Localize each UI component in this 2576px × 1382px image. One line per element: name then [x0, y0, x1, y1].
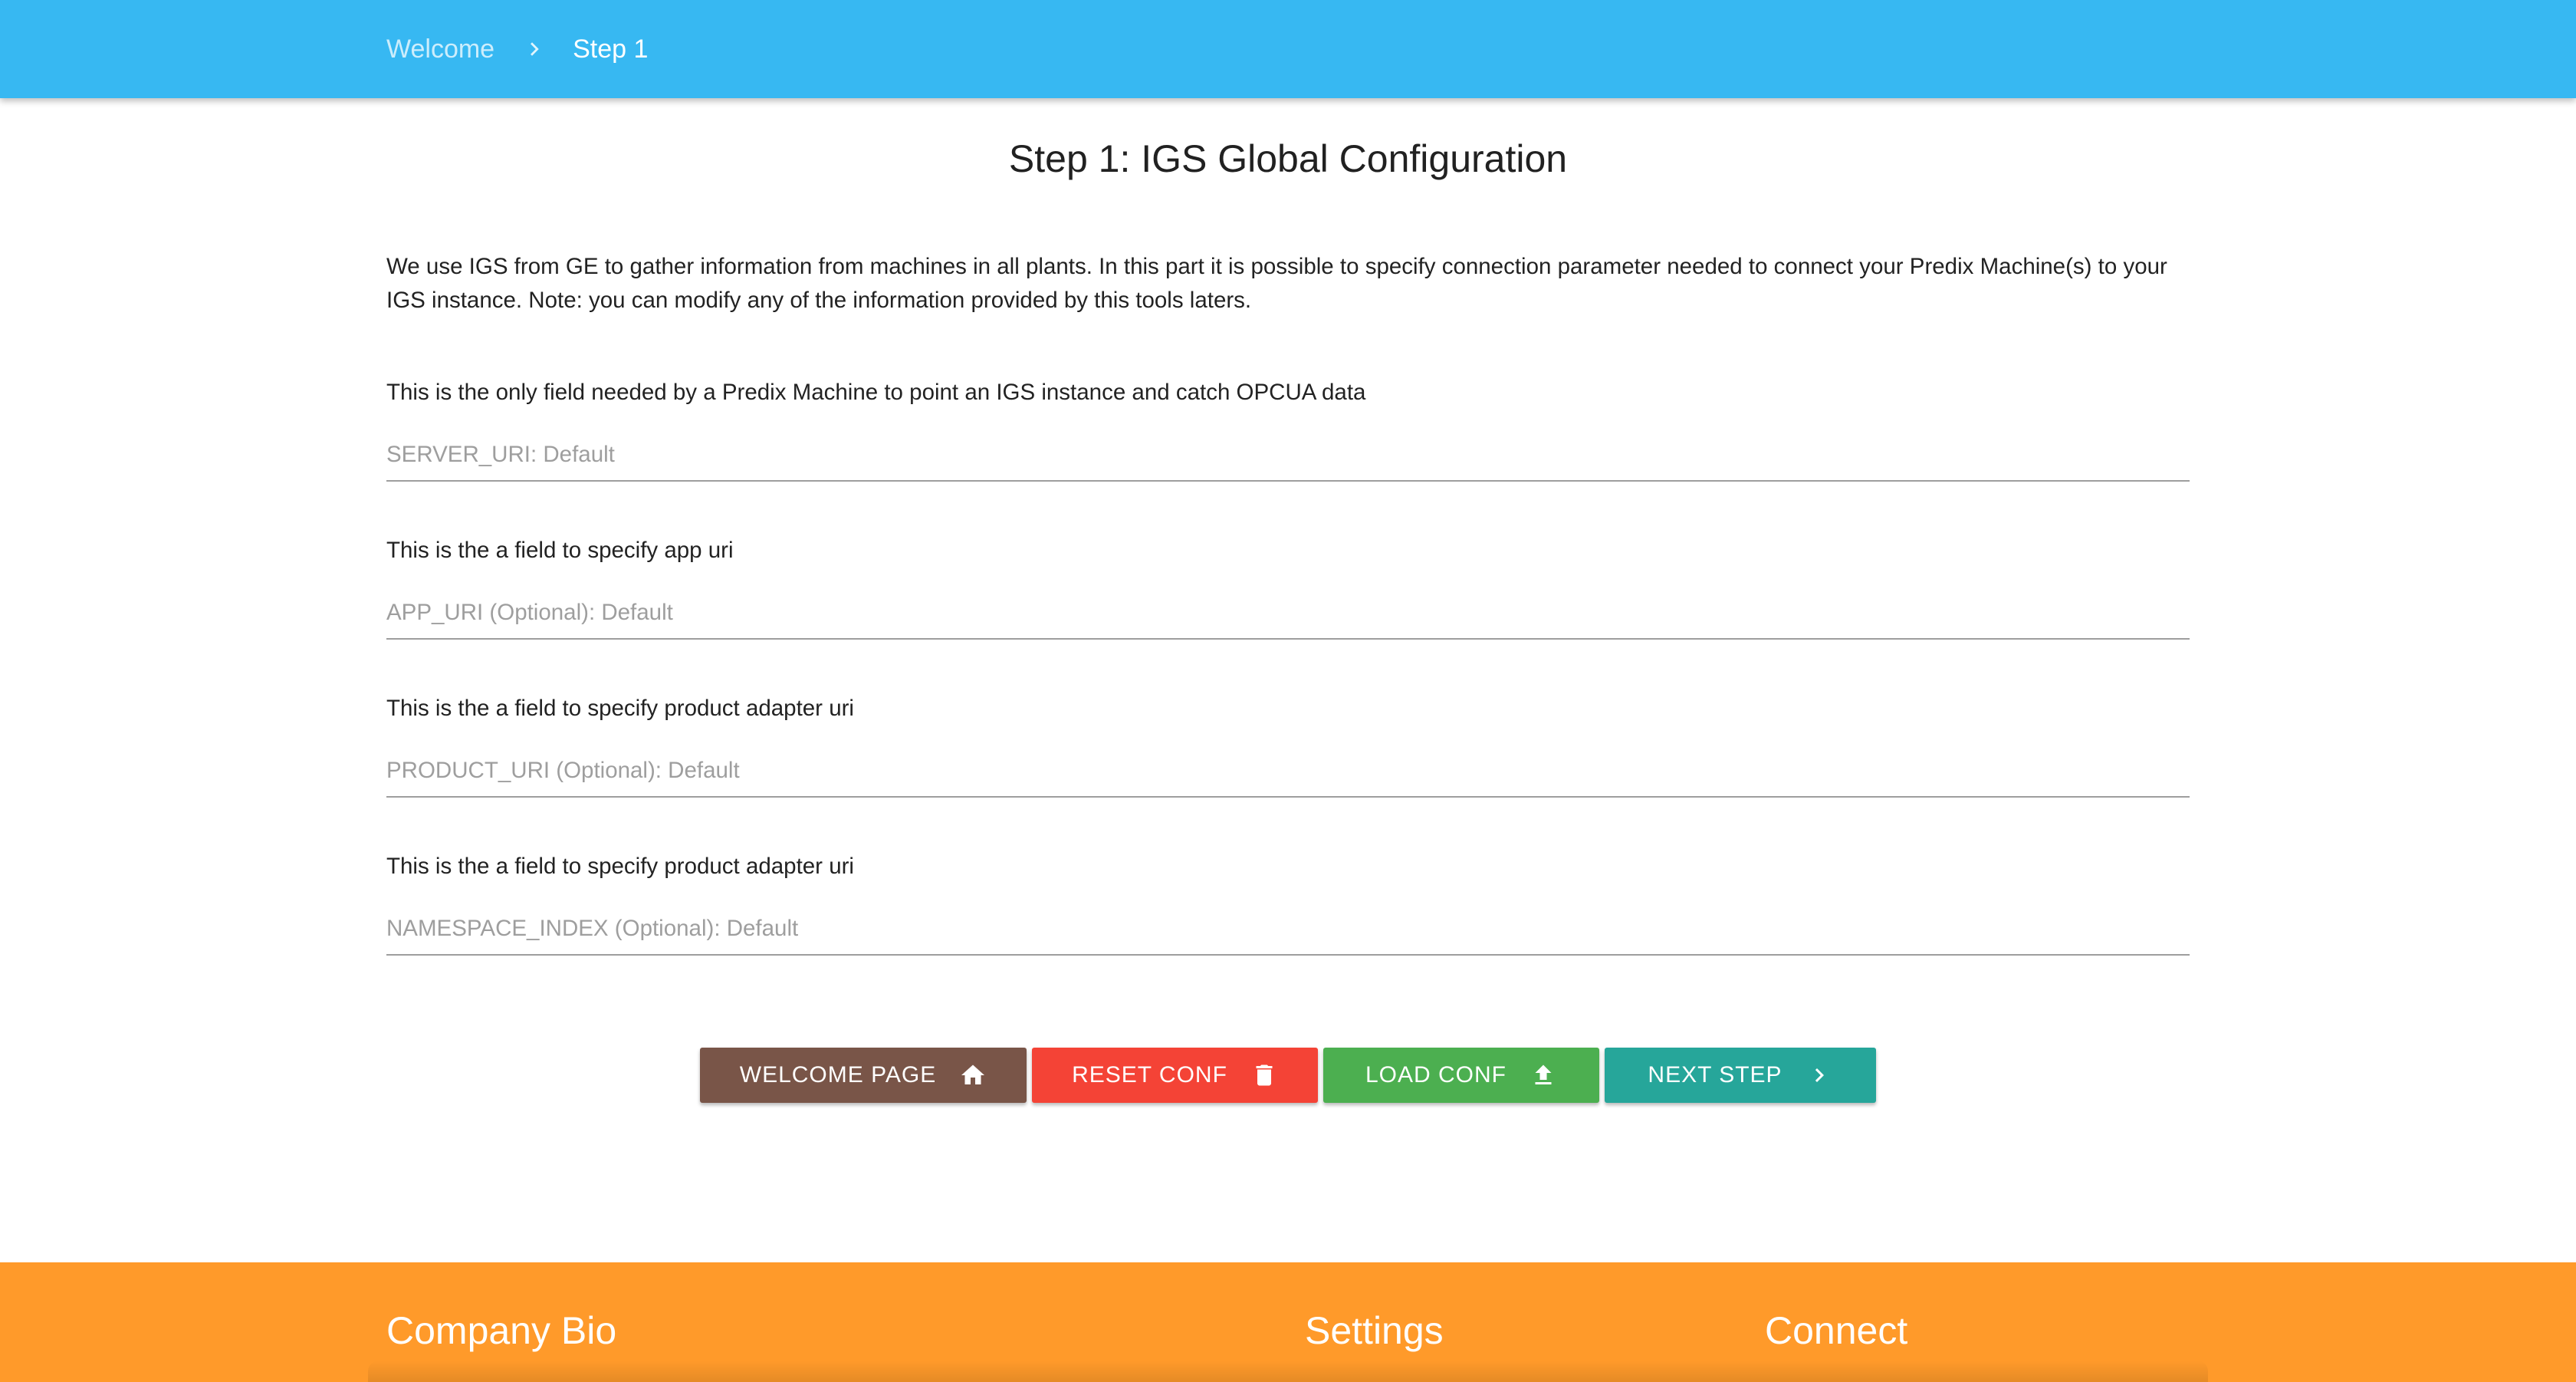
next-step-button[interactable]: NEXT STEP — [1605, 1048, 1876, 1103]
app-uri-field-group: This is the a field to specify app uri — [386, 535, 2190, 640]
product-uri-description: This is the a field to specify product a… — [386, 696, 854, 721]
footer-settings-heading: Settings — [1305, 1309, 1444, 1352]
namespace-index-input[interactable] — [386, 903, 2190, 956]
breadcrumb-welcome-link[interactable]: Welcome — [386, 35, 495, 64]
server-uri-description: This is the only field needed by a Predi… — [386, 380, 1366, 405]
product-uri-input[interactable] — [386, 745, 2190, 798]
app-uri-description: This is the a field to specify app uri — [386, 538, 734, 563]
load-conf-button-label: LOAD CONF — [1365, 1062, 1507, 1088]
next-step-button-label: NEXT STEP — [1648, 1062, 1783, 1088]
server-uri-field-group: This is the only field needed by a Predi… — [386, 377, 2190, 482]
server-uri-input[interactable] — [386, 429, 2190, 482]
load-conf-button[interactable]: LOAD CONF — [1323, 1048, 1599, 1103]
chevron-right-icon — [1806, 1061, 1833, 1089]
footer-company-bio-heading: Company Bio — [386, 1309, 617, 1352]
trash-icon — [1250, 1061, 1278, 1089]
top-navbar: Welcome Step 1 — [0, 0, 2576, 98]
namespace-index-field-group: This is the a field to specify product a… — [386, 851, 2190, 956]
footer: Company Bio Settings Connect — [0, 1262, 2576, 1382]
namespace-index-description: This is the a field to specify product a… — [386, 854, 854, 879]
welcome-page-button-label: WELCOME PAGE — [739, 1062, 937, 1088]
home-icon — [959, 1061, 987, 1089]
app-uri-input[interactable] — [386, 587, 2190, 640]
intro-text: We use IGS from GE to gather information… — [386, 254, 2167, 313]
page-title: Step 1: IGS Global Configuration — [1008, 137, 1568, 180]
upload-icon — [1530, 1061, 1557, 1089]
product-uri-field-group: This is the a field to specify product a… — [386, 693, 2190, 798]
breadcrumb-current-step: Step 1 — [573, 34, 649, 64]
footer-content-edge — [368, 1361, 2208, 1382]
reset-conf-button-label: RESET CONF — [1072, 1062, 1227, 1088]
breadcrumb: Welcome Step 1 — [386, 0, 648, 98]
footer-connect-heading: Connect — [1765, 1309, 1908, 1352]
reset-conf-button[interactable]: RESET CONF — [1032, 1048, 1318, 1103]
chevron-right-icon — [524, 38, 545, 60]
welcome-page-button[interactable]: WELCOME PAGE — [700, 1048, 1027, 1103]
